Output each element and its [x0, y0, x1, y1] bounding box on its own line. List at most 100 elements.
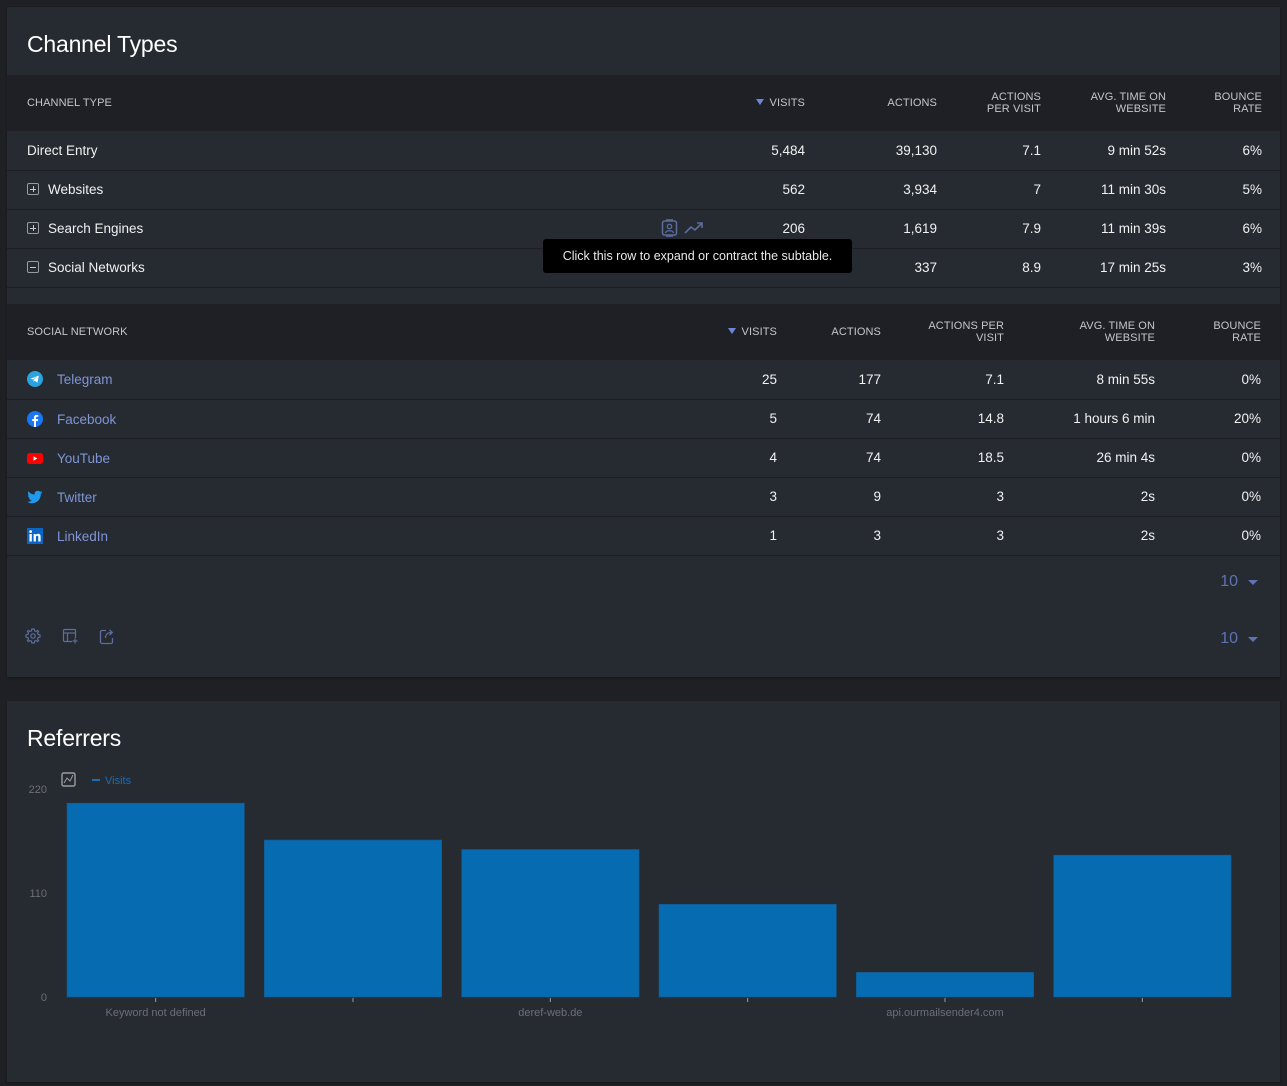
bar-0 [66, 802, 245, 998]
social-network-link[interactable]: Twitter [57, 490, 97, 505]
x-tick-label: api.ourmailsender4.com [886, 1007, 1003, 1019]
bar-2 [461, 849, 640, 998]
cell-visits: 1 [692, 516, 777, 556]
cell-avg-time: 11 min 30s [1041, 170, 1166, 210]
cell-visits: 25 [692, 360, 777, 400]
cell-bounce-rate: 20% [1155, 399, 1261, 439]
cell-actions: 3 [777, 516, 881, 556]
cell-actions-per-visit: 14.8 [881, 399, 1004, 439]
subtable-row-telegram[interactable]: Telegram 25 177 7.1 8 min 55s 0% [7, 360, 1280, 400]
cell-visits: 3 [692, 477, 777, 517]
column-header-bounce-rate[interactable]: BOUNCE RATE [1155, 304, 1261, 360]
cell-actions: 177 [777, 360, 881, 400]
chart-type-icon[interactable] [61, 772, 76, 787]
column-header-avg-time[interactable]: AVG. TIME ON WEBSITE [1041, 75, 1166, 131]
facebook-icon [27, 410, 43, 427]
column-header-avg-time[interactable]: AVG. TIME ON WEBSITE [1004, 304, 1155, 360]
subtable-row-twitter[interactable]: Twitter 3 9 3 2s 0% [7, 477, 1280, 517]
cell-actions-per-visit: 7.9 [937, 209, 1041, 249]
table-add-icon[interactable] [62, 628, 78, 645]
column-header-actions[interactable]: ACTIONS [777, 304, 881, 360]
cell-bounce-rate: 0% [1155, 516, 1261, 556]
y-tick-label: 0 [41, 992, 47, 1004]
channel-types-title: Channel Types [27, 31, 178, 57]
cell-actions-per-visit: 7 [937, 170, 1041, 210]
cell-actions: 9 [777, 477, 881, 517]
referrers-card: Referrers 0 110 220 Visits Keyword not defin… [7, 701, 1280, 1082]
cell-visits: 562 [720, 170, 805, 210]
cell-actions: 3,934 [805, 170, 937, 210]
cell-actions: 74 [777, 399, 881, 439]
cell-visits: 5 [692, 399, 777, 439]
cell-bounce-rate: 6% [1166, 209, 1262, 249]
cell-bounce-rate: 5% [1166, 170, 1262, 210]
twitter-icon [27, 490, 43, 503]
cell-actions-per-visit: 3 [881, 516, 1004, 556]
cell-avg-time: 2s [1004, 477, 1155, 517]
cell-avg-time: 9 min 52s [1041, 131, 1166, 171]
column-header-social-network[interactable]: SOCIAL NETWORK [7, 304, 692, 360]
social-network-link[interactable]: YouTube [57, 451, 110, 466]
expand-plus-icon[interactable] [27, 222, 39, 234]
social-network-link[interactable]: Facebook [57, 412, 116, 427]
subtable-row-youtube[interactable]: YouTube 4 74 18.5 26 min 4s 0% [7, 438, 1280, 478]
bar-5 [1053, 854, 1232, 998]
bar-3 [658, 904, 837, 998]
sort-desc-icon [755, 99, 764, 105]
linkedin-icon [27, 527, 43, 544]
column-header-actions-per-visit[interactable]: ACTIONS PER VISIT [881, 304, 1004, 360]
bar-1 [264, 839, 442, 998]
cell-actions-per-visit: 8.9 [937, 248, 1041, 288]
x-tick-label: deref-web.de [518, 1007, 582, 1019]
sort-desc-icon [727, 328, 736, 334]
subtable-tooltip: Click this row to expand or contract the… [543, 239, 852, 273]
column-header-visits[interactable]: VISITS [720, 75, 805, 131]
expand-plus-icon[interactable] [27, 183, 39, 195]
cell-actions: 39,130 [805, 131, 937, 171]
channel-types-card: Channel Types CHANNEL TYPE VISITS ACTION… [7, 7, 1280, 677]
cell-bounce-rate: 3% [1166, 248, 1262, 288]
cell-avg-time: 1 hours 6 min [1004, 399, 1155, 439]
cell-visits: 5,484 [720, 131, 805, 171]
cell-actions-per-visit: 3 [881, 477, 1004, 517]
cell-bounce-rate: 6% [1166, 131, 1262, 171]
cell-bounce-rate: 0% [1155, 477, 1261, 517]
cell-actions: 74 [777, 438, 881, 478]
cell-avg-time: 26 min 4s [1004, 438, 1155, 478]
table-row-direct-entry[interactable]: Direct Entry 5,484 39,130 7.1 9 min 52s … [7, 131, 1280, 171]
collapse-minus-icon[interactable] [27, 261, 39, 273]
telegram-icon [27, 371, 43, 388]
legend-label: Visits [105, 775, 132, 787]
subtable-row-facebook[interactable]: Facebook 5 74 14.8 1 hours 6 min 20% [7, 399, 1280, 439]
table-row-websites[interactable]: Websites 562 3,934 7 11 min 30s 5% [7, 170, 1280, 210]
y-tick-label: 220 [29, 784, 47, 796]
referrers-title: Referrers [27, 725, 122, 751]
x-tick-label: Keyword not defined [106, 1007, 206, 1019]
row-label: Websites [7, 170, 720, 210]
table-header-row: CHANNEL TYPE VISITS ACTIONS ACTIONS PER V… [7, 75, 1280, 131]
column-header-bounce-rate[interactable]: BOUNCE RATE [1166, 75, 1262, 131]
cell-avg-time: 2s [1004, 516, 1155, 556]
export-icon[interactable] [99, 628, 115, 645]
visitor-profile-icon[interactable] [661, 218, 678, 240]
cell-avg-time: 17 min 25s [1041, 248, 1166, 288]
column-header-channel-type[interactable]: CHANNEL TYPE [7, 75, 720, 131]
column-header-visits[interactable]: VISITS [692, 304, 777, 360]
gear-icon[interactable] [25, 628, 41, 645]
column-header-actions[interactable]: ACTIONS [805, 75, 937, 131]
cell-actions-per-visit: 18.5 [881, 438, 1004, 478]
chevron-down-icon [1248, 636, 1258, 642]
cell-avg-time: 8 min 55s [1004, 360, 1155, 400]
row-evolution-icon[interactable] [684, 221, 704, 238]
social-network-link[interactable]: LinkedIn [57, 529, 108, 544]
social-network-link[interactable]: Telegram [57, 372, 113, 387]
row-label: Direct Entry [7, 131, 720, 171]
chevron-down-icon [1248, 579, 1258, 585]
subtable-row-linkedin[interactable]: LinkedIn 1 3 3 2s 0% [7, 516, 1280, 556]
table-limit-selector[interactable]: 10 [1220, 630, 1258, 648]
cell-avg-time: 11 min 39s [1041, 209, 1166, 249]
subtable-limit-selector[interactable]: 10 [1220, 573, 1258, 591]
column-header-actions-per-visit[interactable]: ACTIONS PER VISIT [937, 75, 1041, 131]
referrers-bar-chart: 0 110 220 Visits Keyword not defined deref-we… [29, 772, 1232, 1019]
cell-visits: 4 [692, 438, 777, 478]
